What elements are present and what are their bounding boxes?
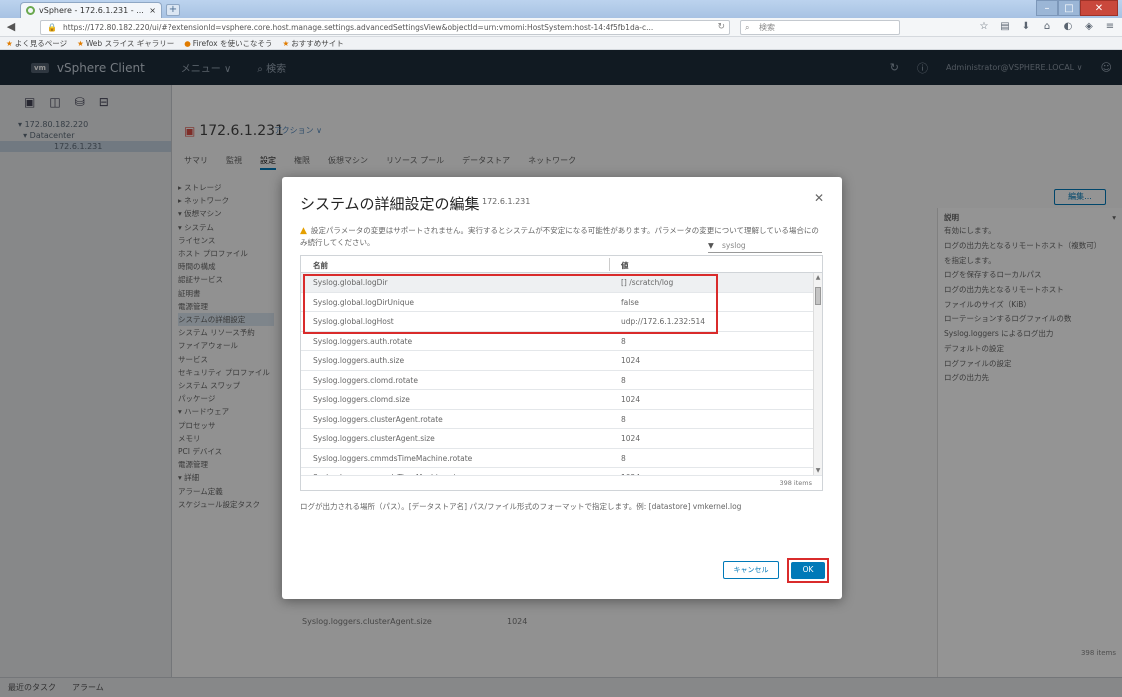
- firefox-icon: ●: [184, 38, 191, 48]
- cancel-button[interactable]: キャンセル: [723, 561, 779, 579]
- setting-value[interactable]: 1024: [621, 395, 640, 404]
- bookmarks-bar: ★ よく見るページ ★ Web スライス ギャラリー ● Firefox を使いこなそ…: [0, 37, 1122, 50]
- grid-footer: 398 items: [301, 475, 822, 490]
- maximize-button[interactable]: □: [1058, 0, 1080, 16]
- setting-value[interactable]: 1024: [621, 434, 640, 443]
- filter-value: syslog: [722, 241, 746, 250]
- setting-name: Syslog.loggers.clomd.rotate: [313, 375, 418, 385]
- table-row[interactable]: Syslog.loggers.clomd.rotate 8: [301, 371, 813, 390]
- browser-navbar: ◀ 🔒 https://172.80.182.220/ui/#?extensio…: [0, 18, 1122, 37]
- tab-close-icon[interactable]: ×: [149, 6, 156, 15]
- dialog-subtitle: 172.6.1.231: [471, 197, 530, 206]
- scrollbar-thumb[interactable]: [815, 287, 821, 305]
- ok-button[interactable]: OK: [791, 562, 825, 579]
- shield-icon[interactable]: ◈: [1083, 20, 1095, 34]
- new-tab-button[interactable]: +: [166, 4, 180, 16]
- bookmark-icon: ★: [6, 38, 13, 48]
- setting-description: ログが出力される場所（パス）。[データストア名] パス/ファイル形式のフォーマッ…: [300, 502, 742, 511]
- lock-icon: 🔒: [47, 23, 57, 32]
- hamburger-menu-icon[interactable]: ≡: [1104, 20, 1116, 34]
- back-arrow-icon[interactable]: ◀: [4, 20, 18, 34]
- table-row[interactable]: Syslog.loggers.clomd.size 1024: [301, 390, 813, 410]
- home-icon[interactable]: ⌂: [1041, 20, 1053, 34]
- table-row[interactable]: Syslog.loggers.auth.size 1024: [301, 351, 813, 371]
- bookmark-item[interactable]: ★ Web スライス ギャラリー: [77, 38, 174, 49]
- grid-header: 名前 値: [301, 256, 822, 273]
- setting-name: Syslog.loggers.clusterAgent.size: [313, 434, 435, 443]
- star-icon[interactable]: ☆: [978, 20, 990, 34]
- url-text: https://172.80.182.220/ui/#?extensionId=…: [63, 23, 654, 32]
- setting-name: Syslog.loggers.clusterAgent.rotate: [313, 414, 443, 424]
- setting-name: Syslog.loggers.cmmdsTimeMachine.rotate: [313, 453, 473, 463]
- download-icon[interactable]: ⬇: [1020, 20, 1032, 34]
- setting-value[interactable]: 8: [621, 337, 626, 346]
- setting-value[interactable]: 8: [621, 454, 626, 463]
- column-header-name[interactable]: 名前: [313, 260, 328, 271]
- filter-field[interactable]: ▼ syslog: [708, 241, 822, 253]
- ok-button-highlight: OK: [787, 558, 829, 583]
- reading-list-icon[interactable]: ▤: [999, 20, 1011, 34]
- dialog-title: システムの詳細設定の編集: [300, 195, 480, 213]
- search-placeholder: 検索: [759, 23, 775, 32]
- scroll-up-icon[interactable]: ▲: [814, 274, 822, 281]
- tab-title: vSphere - 172.6.1.231 - ...: [39, 6, 144, 15]
- pocket-icon[interactable]: ◐: [1062, 20, 1074, 34]
- window-close-button[interactable]: ✕: [1080, 0, 1118, 16]
- scroll-down-icon[interactable]: ▼: [814, 467, 822, 474]
- search-icon: ⌕: [745, 23, 750, 32]
- item-count: 398 items: [779, 479, 812, 487]
- table-row[interactable]: Syslog.loggers.cmmdsTimeMachine.rotate 8: [301, 449, 813, 468]
- setting-value[interactable]: 1024: [621, 356, 640, 365]
- setting-name: Syslog.loggers.auth.rotate: [313, 336, 413, 346]
- filter-icon: ▼: [708, 241, 714, 250]
- warning-icon: ▲: [300, 226, 307, 236]
- minimize-button[interactable]: –: [1036, 0, 1058, 16]
- browser-search-field[interactable]: ⌕ 検索: [740, 20, 900, 35]
- browser-titlebar: vSphere - 172.6.1.231 - ... × + – □ ✕: [0, 0, 1122, 18]
- edit-advanced-settings-dialog: システムの詳細設定の編集 172.6.1.231 ✕ ▲ 設定パラメータの変更はサ…: [282, 177, 842, 599]
- bookmark-icon: ★: [282, 38, 290, 48]
- bookmark-item[interactable]: ★ よく見るページ: [6, 38, 67, 49]
- column-header-value[interactable]: 値: [621, 260, 629, 271]
- setting-name: Syslog.loggers.auth.size: [313, 356, 405, 365]
- close-icon[interactable]: ✕: [814, 191, 824, 205]
- bookmark-icon: ★: [77, 38, 84, 48]
- reload-icon[interactable]: ↻: [717, 21, 725, 34]
- table-row[interactable]: Syslog.loggers.auth.rotate 8: [301, 332, 813, 351]
- bookmark-item[interactable]: ● Firefox を使いこなそう: [184, 38, 272, 49]
- bookmark-item[interactable]: ★ おすすめサイト: [283, 38, 344, 49]
- grid-scrollbar[interactable]: ▲ ▼: [813, 273, 822, 475]
- url-bar[interactable]: 🔒 https://172.80.182.220/ui/#?extensionI…: [40, 20, 730, 35]
- setting-value[interactable]: 8: [621, 376, 626, 385]
- browser-tab[interactable]: vSphere - 172.6.1.231 - ... ×: [20, 2, 162, 18]
- syslog-rows-highlight: [303, 274, 718, 334]
- setting-value[interactable]: 8: [621, 415, 626, 424]
- table-row[interactable]: Syslog.loggers.clusterAgent.rotate 8: [301, 410, 813, 429]
- setting-name: Syslog.loggers.clomd.size: [313, 395, 410, 404]
- vsphere-favicon-icon: [26, 6, 35, 15]
- table-row[interactable]: Syslog.loggers.clusterAgent.size 1024: [301, 429, 813, 449]
